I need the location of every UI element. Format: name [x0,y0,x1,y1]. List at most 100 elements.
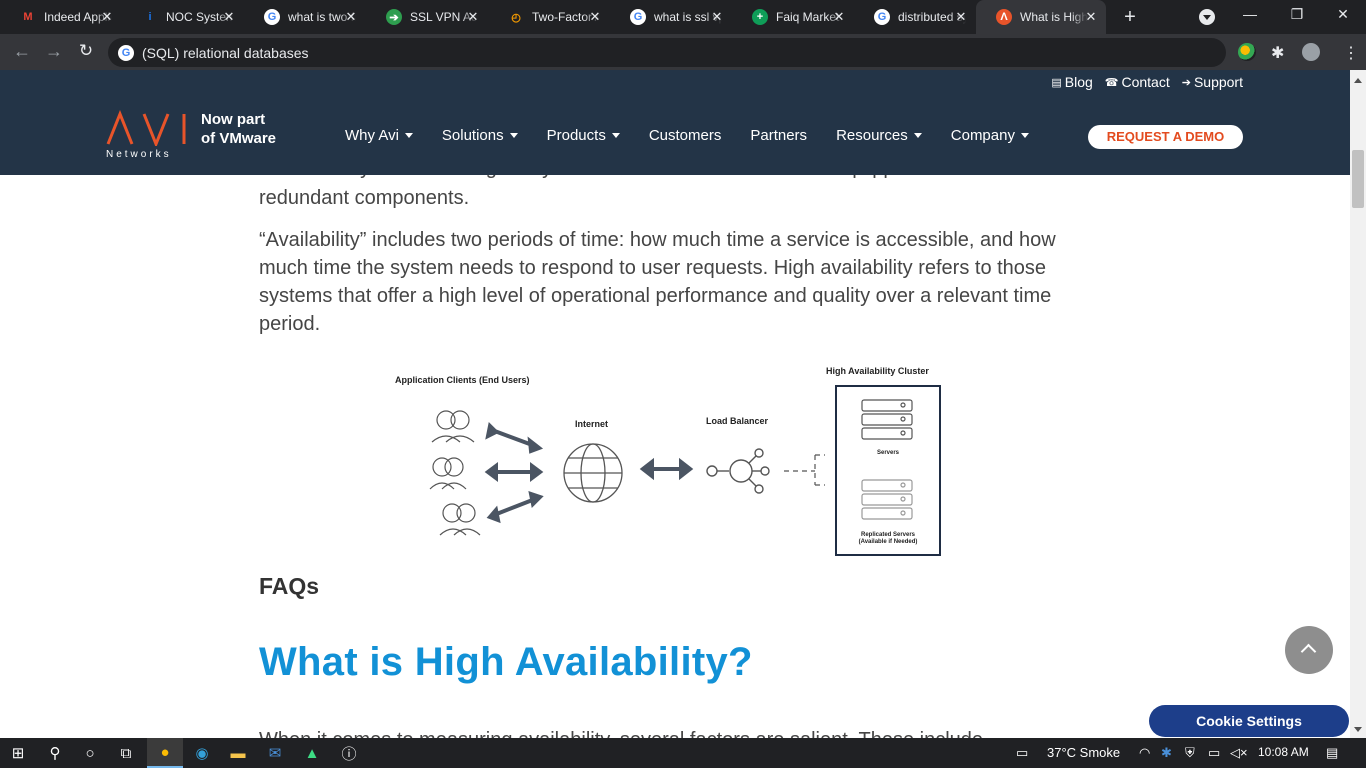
browser-tab[interactable]: MIndeed Applications✕ [0,0,122,34]
close-window-button[interactable]: ✕ [1333,6,1353,23]
weather-text[interactable]: 37°C Smoke [1047,745,1120,760]
internet-label: Internet [575,419,608,429]
article-paragraph-end: redundant components. [259,187,470,209]
cortana-icon[interactable]: ○ [72,738,108,768]
browser-tab[interactable]: Gwhat is ssl vpn✕ [610,0,732,34]
close-tab-icon[interactable]: ✕ [1084,9,1098,25]
forward-icon[interactable]: → [43,41,65,62]
extensions-puzzle-icon[interactable]: ✱ [1271,43,1289,62]
vmware-tagline: Now part of VMware [201,110,276,148]
high-availability-diagram: Application Clients (End Users) Internet… [395,366,941,556]
browser-tab[interactable]: Gdistributed systems✕ [854,0,976,34]
android-icon[interactable]: ▲ [294,738,330,768]
tab-search-icon[interactable] [1199,9,1215,25]
top-link-blog[interactable]: ▤ Blog [1051,74,1092,90]
close-tab-icon[interactable]: ✕ [588,9,602,25]
mail-icon[interactable]: ✉ [257,738,293,768]
minimize-button[interactable]: — [1240,6,1260,22]
load-balancer-icon [706,448,770,494]
menu-item-why-avi[interactable]: Why Avi [345,127,413,144]
menu-item-resources[interactable]: Resources [836,127,922,144]
wifi-icon[interactable]: ◠ [1139,745,1150,761]
replicated-label-2: (Available if Needed) [859,539,918,545]
browser-tab[interactable]: ◴Two-Factor Authentication✕ [488,0,610,34]
caret-down-icon [404,133,413,138]
tagline-line-1: Now part [201,111,266,128]
clients-label: Application Clients (End Users) [395,375,530,385]
section-heading: What is High Availability? [259,640,753,684]
arrow-box-icon: ➔ [386,9,402,25]
scroll-up-icon[interactable] [1354,74,1362,83]
menu-item-solutions[interactable]: Solutions [442,127,518,144]
google-icon: G [264,9,280,25]
file-explorer-icon[interactable]: ▬ [220,738,256,768]
reload-icon[interactable]: ↻ [75,41,97,61]
close-tab-icon[interactable]: ✕ [222,9,236,25]
volume-muted-icon[interactable]: ◁× [1230,745,1248,761]
restore-button[interactable]: ❐ [1287,6,1307,23]
menu-item-label: Why Avi [345,127,399,144]
end-users-icon [429,410,481,536]
caret-down-icon [509,133,518,138]
search-icon[interactable]: ⚲ [37,738,73,768]
menu-item-company[interactable]: Company [951,127,1029,144]
close-tab-icon[interactable]: ✕ [466,9,480,25]
top-link-label: Contact [1121,74,1170,90]
menu-item-partners[interactable]: Partners [750,127,807,144]
chrome-taskbar-icon[interactable]: ● [147,738,183,768]
page-scrollbar[interactable] [1350,70,1366,738]
extension-color-icon[interactable] [1238,43,1256,61]
battery-icon[interactable]: ▭ [1208,745,1220,761]
browser-tab[interactable]: ➔SSL VPN Access✕ [366,0,488,34]
google-icon: G [874,9,890,25]
close-tab-icon[interactable]: ✕ [344,9,358,25]
app-info-icon[interactable]: ⓘ [331,738,367,768]
close-tab-icon[interactable]: ✕ [710,9,724,25]
request-demo-button[interactable]: REQUEST A DEMO [1088,125,1243,149]
top-link-support[interactable]: ➔ Support [1182,74,1243,90]
browser-tab[interactable]: +Faiq Market Sheet✕ [732,0,854,34]
scroll-to-top-button[interactable] [1285,626,1333,674]
bidirectional-arrows-icon [484,421,544,524]
top-link-contact[interactable]: ☎ Contact [1105,74,1170,90]
menu-item-label: Customers [648,127,722,144]
article-paragraph-bottom: When it comes to measuring availability,… [259,726,1089,738]
windows-start-icon[interactable]: ⊞ [0,738,36,768]
info-icon: i [148,11,152,23]
replicated-servers-icon [861,479,913,520]
browser-tab[interactable]: Λ What is High Availability✕ [976,0,1106,34]
menu-item-products[interactable]: Products [547,127,620,144]
cookie-settings-button[interactable]: Cookie Settings [1149,705,1349,737]
browser-toolbar: ← → ↻ G (SQL) relational databases ✱ ⋮ [0,34,1366,70]
page-viewport: continuously without failing. They are w… [0,70,1350,738]
sheets-icon: + [752,9,768,25]
clock-time[interactable]: 10:08 AM [1258,745,1309,759]
address-bar[interactable]: G (SQL) relational databases [108,38,1226,67]
task-view-icon[interactable]: ⧉ [108,738,144,768]
avi-icon: Λ [996,9,1012,25]
browser-tab[interactable]: Gwhat is two factor✕ [244,0,366,34]
weather-icon[interactable]: ▭ [1016,745,1028,761]
close-tab-icon[interactable]: ✕ [954,9,968,25]
back-icon[interactable]: ← [11,41,33,62]
google-icon: G [630,9,646,25]
menu-item-label: Products [546,127,606,144]
menu-item-customers[interactable]: Customers [649,127,722,144]
edge-taskbar-icon[interactable]: ◉ [184,738,220,768]
address-text: (SQL) relational databases [142,45,309,61]
new-tab-button[interactable]: + [1120,6,1140,29]
bluetooth-icon[interactable]: ✱ [1161,745,1172,761]
avi-logo[interactable] [106,110,192,146]
profile-avatar[interactable] [1302,43,1320,61]
scrollbar-thumb[interactable] [1352,150,1364,208]
notifications-icon[interactable]: ▤ [1326,745,1338,761]
close-tab-icon[interactable]: ✕ [100,9,114,25]
close-tab-icon[interactable]: ✕ [832,9,846,25]
security-icon[interactable]: ⛨ [1185,745,1195,761]
menu-kebab-icon[interactable]: ⋮ [1342,43,1360,62]
browser-tab[interactable]: iNOC System Engineer✕ [122,0,244,34]
servers-label: Servers [877,450,900,456]
site-utility-bar: ▤ Blog ☎ Contact ➔ Support [0,70,1350,98]
scroll-down-icon[interactable] [1354,727,1362,736]
tab-title: What is High Availability [1020,10,1088,24]
